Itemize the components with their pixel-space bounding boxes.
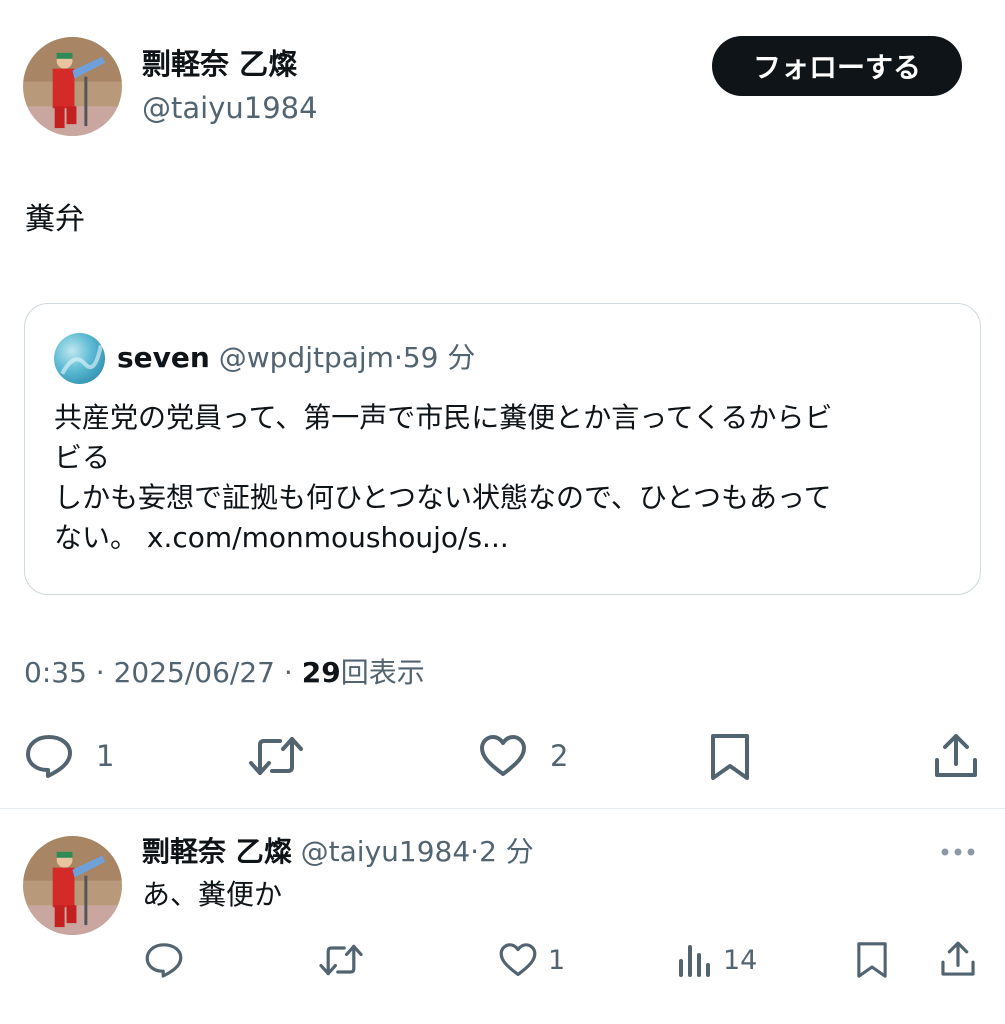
reply-author-avatar[interactable] [23, 836, 122, 935]
quoted-tweet-header: seven @wpdjtpajm·59 分 [117, 340, 475, 376]
more-dots-icon[interactable] [938, 838, 978, 866]
avatar-image [23, 836, 122, 935]
tweet-text: 糞弁 [25, 202, 85, 237]
tweet-time[interactable]: 0:35 [24, 656, 87, 689]
retweet-icon [319, 944, 363, 976]
tweet-date[interactable]: 2025/06/27 [114, 656, 275, 689]
avatar-image [23, 37, 122, 136]
quoted-tweet-time: 59 分 [402, 341, 476, 374]
separator-dot: · [470, 835, 480, 868]
quoted-text-line: しかも妄想で証拠も何ひとつない状態なので、ひとつもあって [54, 481, 832, 514]
separator-dot: · [393, 341, 403, 374]
reply-reply-button[interactable] [144, 941, 184, 979]
follow-button[interactable]: フォローする [712, 36, 962, 96]
quoted-tweet-card[interactable]: seven @wpdjtpajm·59 分 共産党の党員って、第一声で市民に糞便… [24, 303, 981, 595]
author-handle[interactable]: @taiyu1984 [142, 90, 318, 126]
views-label: 回表示 [340, 656, 425, 689]
author-avatar[interactable] [23, 37, 122, 136]
divider [0, 808, 1005, 809]
like-button[interactable]: 2 [478, 733, 568, 779]
share-icon [941, 941, 975, 976]
retweet-button[interactable] [246, 733, 306, 779]
quoted-text-line: ビる [54, 441, 111, 474]
heart-icon [499, 943, 537, 976]
tweet-meta: 0:35 · 2025/06/27 · 29回表示 [24, 654, 425, 692]
reply-share-button[interactable] [939, 940, 977, 978]
quoted-author-handle: @wpdjtpajm [218, 341, 394, 374]
heart-icon [480, 735, 526, 776]
bookmark-button[interactable] [708, 732, 752, 782]
reply-button[interactable]: 1 [24, 733, 114, 779]
reply-header: 剽軽奈 乙燦 @taiyu1984·2 分 [142, 834, 534, 870]
share-button[interactable] [932, 732, 980, 780]
quoted-text-line: 共産党の党員って、第一声で市民に糞便とか言ってくるからビ [54, 401, 833, 434]
reply-views-count: 14 [723, 944, 758, 976]
reply-like-button[interactable]: 1 [498, 941, 565, 979]
bookmark-icon [711, 734, 749, 780]
share-icon [935, 734, 977, 777]
views-count: 29 [301, 656, 341, 689]
retweet-icon [249, 737, 303, 775]
reply-views-button[interactable]: 14 [677, 941, 757, 979]
quoted-tweet-text: 共産党の党員って、第一声で市民に糞便とか言ってくるからビ ビる しかも妄想で証拠… [54, 398, 954, 558]
speech-bubble-icon [145, 943, 183, 978]
quoted-author-name: seven [117, 341, 210, 374]
quoted-author-avatar [54, 333, 105, 384]
reply-text: あ、糞便か [142, 878, 283, 911]
like-count: 2 [550, 739, 569, 773]
separator-dot: · [95, 656, 105, 689]
reply-time[interactable]: 2 分 [479, 835, 534, 868]
quoted-avatar-image [54, 333, 105, 384]
reply-bookmark-button[interactable] [855, 940, 889, 980]
author-name[interactable]: 剽軽奈 乙燦 [142, 46, 297, 82]
reply-like-count: 1 [548, 944, 566, 976]
reply-author-name[interactable]: 剽軽奈 乙燦 [142, 835, 292, 868]
reply-retweet-button[interactable] [317, 941, 365, 979]
separator-dot: · [283, 656, 293, 689]
reply-count: 1 [96, 739, 115, 773]
bookmark-icon [857, 942, 887, 978]
quoted-text-line: ない。 x.com/monmoushoujo/s... [54, 521, 509, 554]
bar-chart-icon [679, 945, 710, 977]
speech-bubble-icon [26, 735, 72, 778]
reply-author-handle[interactable]: @taiyu1984 [301, 835, 471, 868]
